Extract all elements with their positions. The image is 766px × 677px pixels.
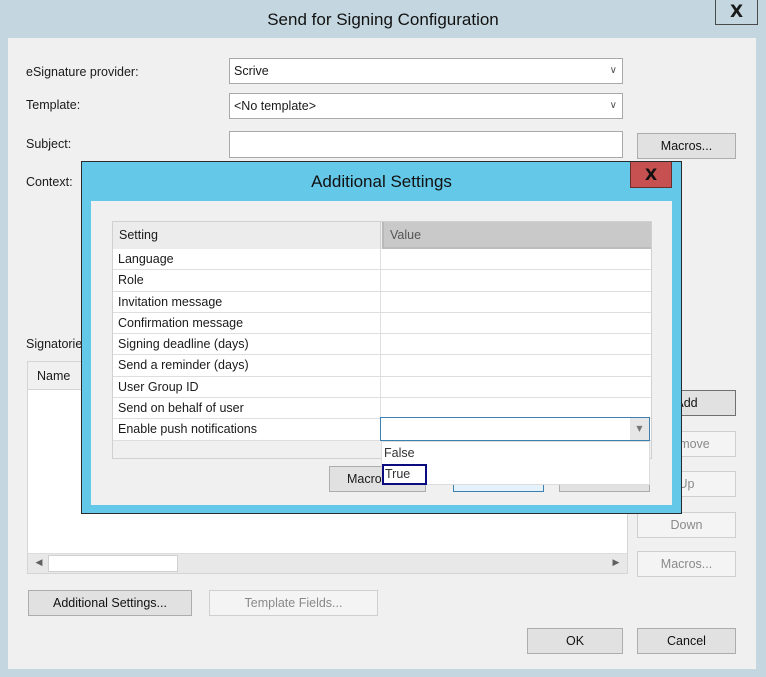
- chevron-down-icon: ∨: [609, 100, 617, 111]
- dialog-close-button[interactable]: X: [630, 162, 672, 188]
- chevron-down-icon: ∨: [609, 65, 617, 76]
- additional-settings-button[interactable]: Additional Settings...: [28, 590, 192, 616]
- context-label: Context:: [26, 175, 73, 189]
- setting-name: User Group ID: [113, 376, 381, 398]
- setting-value[interactable]: [382, 270, 651, 290]
- setting-value[interactable]: [382, 334, 651, 354]
- setting-name: Confirmation message: [113, 312, 381, 334]
- provider-value: Scrive: [234, 64, 269, 78]
- setting-name: Language: [113, 249, 381, 270]
- setting-value[interactable]: [382, 313, 651, 333]
- setting-value[interactable]: [382, 292, 651, 312]
- column-header-setting[interactable]: Setting: [113, 222, 381, 249]
- grid-row[interactable]: Role: [113, 270, 651, 292]
- dialog-client: Setting Value Language Role Invitation m…: [91, 201, 672, 505]
- setting-value[interactable]: [382, 249, 651, 269]
- template-select[interactable]: <No template> ∨: [229, 93, 623, 119]
- column-header-value[interactable]: Value: [382, 222, 651, 249]
- subject-macros-button[interactable]: Macros...: [637, 133, 736, 159]
- grid-row[interactable]: Language: [113, 249, 651, 271]
- grid-row[interactable]: Signing deadline (days): [113, 334, 651, 356]
- grid-header: Setting Value: [113, 222, 651, 249]
- main-close-button[interactable]: X: [715, 0, 758, 25]
- setting-name: Enable push notifications: [113, 419, 381, 440]
- grid-row[interactable]: User Group ID: [113, 376, 651, 399]
- setting-name: Signing deadline (days): [113, 334, 381, 355]
- close-icon: X: [644, 165, 658, 184]
- push-notifications-value-combo[interactable]: ▼: [380, 417, 650, 441]
- grid-rows: Language Role Invitation message Confirm…: [113, 249, 651, 441]
- setting-value[interactable]: [382, 377, 651, 397]
- dialog-title: Additional Settings: [311, 172, 452, 191]
- provider-select[interactable]: Scrive ∨: [229, 58, 623, 84]
- grid-row[interactable]: Send a reminder (days): [113, 355, 651, 377]
- setting-name: Role: [113, 270, 381, 291]
- setting-value[interactable]: [382, 355, 651, 375]
- additional-settings-dialog: Additional Settings X Setting Value Lang…: [81, 161, 682, 514]
- horizontal-scrollbar[interactable]: ◀ ▶: [28, 553, 627, 573]
- dropdown-arrow-icon[interactable]: ▼: [630, 418, 649, 440]
- setting-name: Send on behalf of user: [113, 398, 381, 419]
- dropdown-option-false[interactable]: False: [382, 443, 415, 464]
- move-down-button[interactable]: Down: [637, 512, 736, 538]
- scroll-right-icon[interactable]: ▶: [607, 554, 625, 573]
- ok-button[interactable]: OK: [527, 628, 623, 654]
- subject-label: Subject:: [26, 137, 72, 151]
- cancel-button[interactable]: Cancel: [637, 628, 736, 654]
- signatory-macros-button[interactable]: Macros...: [637, 551, 736, 577]
- provider-label: eSignature provider:: [26, 65, 139, 79]
- grid-row[interactable]: Invitation message: [113, 291, 651, 313]
- grid-row[interactable]: Confirmation message: [113, 312, 651, 335]
- template-fields-button[interactable]: Template Fields...: [209, 590, 378, 616]
- setting-name: Send a reminder (days): [113, 355, 381, 376]
- setting-value[interactable]: [382, 398, 651, 418]
- scroll-left-icon[interactable]: ◀: [30, 554, 48, 573]
- subject-input[interactable]: [229, 131, 623, 158]
- template-label: Template:: [26, 98, 81, 112]
- close-icon: X: [729, 2, 744, 22]
- scrollbar-thumb[interactable]: [48, 555, 178, 572]
- dropdown-option-true[interactable]: True: [382, 464, 427, 485]
- setting-name: Invitation message: [113, 291, 381, 312]
- main-window-title: Send for Signing Configuration: [267, 10, 499, 29]
- value-dropdown-list[interactable]: False True: [381, 441, 650, 485]
- template-value: <No template>: [234, 99, 316, 113]
